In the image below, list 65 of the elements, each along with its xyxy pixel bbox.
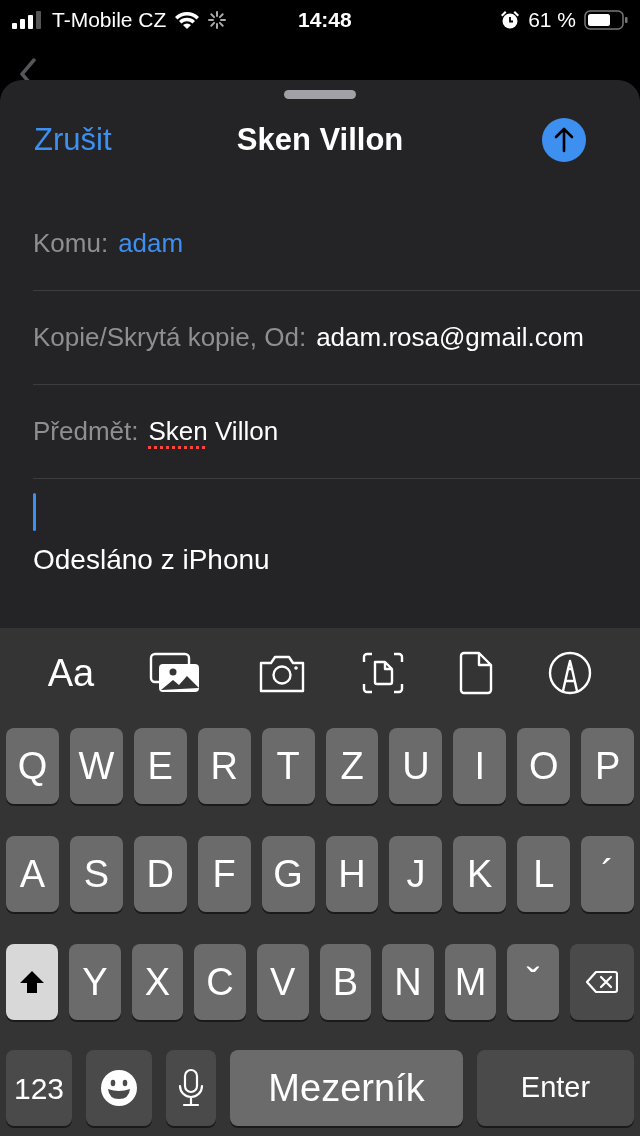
key[interactable]: H: [325, 836, 379, 912]
key[interactable]: K: [453, 836, 507, 912]
drag-handle[interactable]: [284, 90, 356, 99]
key[interactable]: G: [261, 836, 315, 912]
field-label: Předmět:: [33, 415, 139, 448]
document-icon: [459, 651, 494, 695]
scan-document-icon: [361, 652, 404, 694]
key[interactable]: ´: [581, 836, 635, 912]
key[interactable]: L: [517, 836, 571, 912]
key[interactable]: O: [517, 728, 571, 804]
compose-title: Sken Villon: [236, 120, 404, 159]
key[interactable]: T: [261, 728, 315, 804]
wifi-icon: [174, 10, 201, 30]
cancel-button[interactable]: Zrušit: [34, 116, 112, 164]
key[interactable]: C: [194, 944, 246, 1020]
smiley-icon: [100, 1069, 138, 1107]
field-value[interactable]: adam: [118, 224, 184, 263]
battery-icon: [584, 10, 628, 30]
key[interactable]: R: [197, 728, 251, 804]
clock-time: 14:48: [298, 7, 352, 34]
key[interactable]: S: [69, 836, 123, 912]
text-cursor: [33, 493, 36, 531]
key[interactable]: P: [581, 728, 635, 804]
key[interactable]: M: [444, 944, 497, 1020]
battery-percentage: 61 %: [528, 7, 576, 34]
shift-arrow-icon: [18, 969, 46, 995]
key[interactable]: W: [69, 728, 123, 804]
key[interactable]: Y: [69, 944, 121, 1020]
key[interactable]: I: [453, 728, 507, 804]
format-button[interactable]: Aa: [47, 644, 95, 702]
key[interactable]: U: [389, 728, 443, 804]
key[interactable]: Q: [6, 728, 59, 804]
key[interactable]: E: [133, 728, 187, 804]
loading-spinner-icon: [208, 11, 227, 29]
arrow-up-icon: [554, 127, 574, 153]
markup-pen-icon: [548, 651, 593, 695]
field-value[interactable]: adam.rosa@gmail.com: [316, 318, 584, 357]
field-value[interactable]: Sken Villon: [148, 412, 279, 451]
carrier-name: T-Mobile CZ: [52, 7, 167, 34]
photo-library-icon: [149, 652, 202, 694]
alarm-icon: [500, 10, 521, 30]
space-key[interactable]: Mezerník: [230, 1050, 463, 1126]
key[interactable]: X: [131, 944, 184, 1020]
field-label: Kopie/Skrytá kopie, Od:: [33, 321, 307, 354]
key[interactable]: F: [197, 836, 251, 912]
backspace-key[interactable]: [570, 944, 634, 1020]
return-key[interactable]: Enter: [477, 1050, 634, 1126]
signal-icon: [12, 11, 44, 29]
backspace-icon: [586, 970, 618, 994]
key[interactable]: B: [319, 944, 372, 1020]
shift-key[interactable]: [6, 944, 58, 1020]
dictation-key[interactable]: [166, 1050, 216, 1126]
microphone-icon: [177, 1068, 205, 1108]
send-button[interactable]: [542, 118, 586, 162]
key[interactable]: J: [389, 836, 443, 912]
emoji-key[interactable]: [86, 1050, 152, 1126]
signature-text: Odesláno z iPhonu: [33, 543, 271, 577]
key[interactable]: N: [382, 944, 434, 1020]
key[interactable]: D: [133, 836, 187, 912]
key[interactable]: ˇ: [507, 944, 559, 1020]
key[interactable]: V: [256, 944, 309, 1020]
key[interactable]: Z: [325, 728, 379, 804]
numbers-key[interactable]: 123: [6, 1050, 72, 1126]
field-label: Komu:: [33, 227, 109, 260]
key[interactable]: A: [6, 836, 59, 912]
